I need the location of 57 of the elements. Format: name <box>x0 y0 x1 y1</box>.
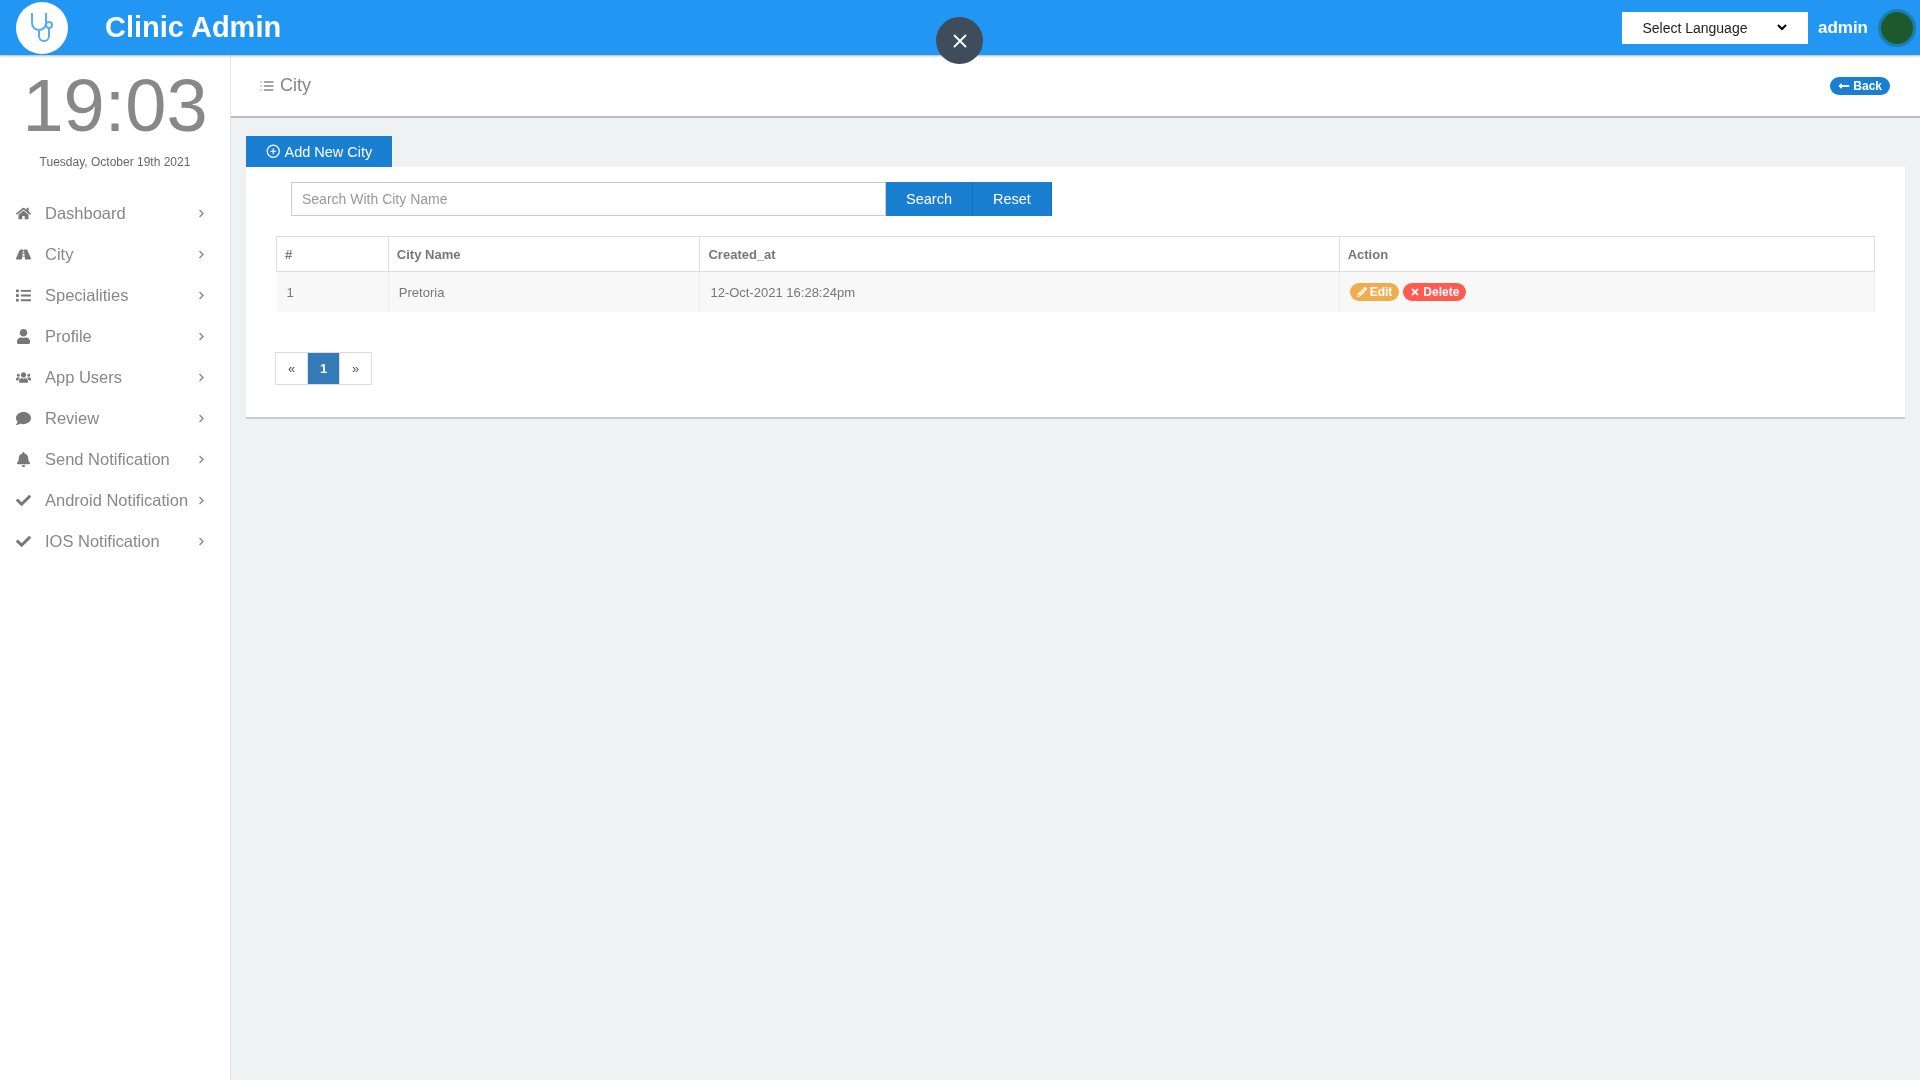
page-title: City <box>280 75 312 96</box>
sidebar-item[interactable]: Android Notification <box>0 480 230 521</box>
users-icon <box>15 370 31 385</box>
chevron-icon <box>197 332 206 341</box>
sidebar-item[interactable]: App Users <box>0 357 230 398</box>
clock-date: Tuesday, October 19th 2021 <box>38 155 192 169</box>
check-icon <box>15 534 31 549</box>
user-name: admin <box>1817 17 1868 38</box>
chevron-icon <box>197 250 206 259</box>
check-icon <box>15 493 31 508</box>
table-cell: Pretoria <box>388 271 700 312</box>
sidebar-item[interactable]: Review <box>0 398 230 439</box>
user-icon <box>15 329 31 344</box>
back-button[interactable]: Back <box>1830 76 1890 95</box>
table-cell: 1 <box>276 271 389 312</box>
language-select[interactable]: Select Language <box>1621 11 1808 44</box>
page-button[interactable]: 1 <box>307 352 340 385</box>
column-header: City Name <box>388 236 700 272</box>
sidebar-item[interactable]: IOS Notification <box>0 521 230 562</box>
column-header: Created_at <box>699 236 1340 272</box>
plus-circle-icon <box>266 144 281 159</box>
close-icon <box>1410 287 1421 297</box>
avatar[interactable] <box>1878 8 1916 47</box>
reset-button[interactable]: Reset <box>972 182 1052 216</box>
delete-button[interactable]: Delete <box>1403 283 1467 301</box>
sidebar-item[interactable]: Dashboard <box>0 193 230 234</box>
chevron-icon <box>197 537 206 546</box>
next-page-button[interactable]: » <box>339 352 372 385</box>
chevron-icon <box>197 455 206 464</box>
search-button[interactable]: Search <box>886 182 973 216</box>
road-icon <box>15 247 31 262</box>
column-header: Action <box>1339 236 1875 272</box>
list-icon <box>15 288 31 303</box>
sidebar-item[interactable]: Profile <box>0 316 230 357</box>
add-new-city-button[interactable]: Add New City <box>246 136 393 167</box>
sidebar-item[interactable]: City <box>0 234 230 275</box>
chevron-icon <box>197 496 206 505</box>
previous-page-button[interactable]: « <box>275 352 308 385</box>
chevron-icon <box>197 414 206 423</box>
sidebar-item[interactable]: Specialities <box>0 275 230 316</box>
bell-icon <box>15 452 31 467</box>
chevron-icon <box>197 209 206 218</box>
sidebar-item[interactable]: Send Notification <box>0 439 230 480</box>
edit-button[interactable]: Edit <box>1349 283 1400 301</box>
table-cell: 12-Oct-2021 16:28:24pm <box>699 271 1340 312</box>
chevron-icon <box>197 291 206 300</box>
stethoscope-logo-icon <box>16 1 68 54</box>
clock-time: 19:03 <box>21 69 209 143</box>
close-button[interactable] <box>936 17 983 64</box>
chevron-icon <box>197 373 206 382</box>
column-header: # <box>276 236 389 272</box>
home-icon <box>15 206 31 221</box>
app-title: Clinic Admin <box>105 11 282 44</box>
pencil-icon <box>1356 287 1367 297</box>
search-field[interactable]: Search With City Name <box>291 182 886 216</box>
comment-icon <box>15 411 31 426</box>
caret-icon <box>1777 24 1788 31</box>
